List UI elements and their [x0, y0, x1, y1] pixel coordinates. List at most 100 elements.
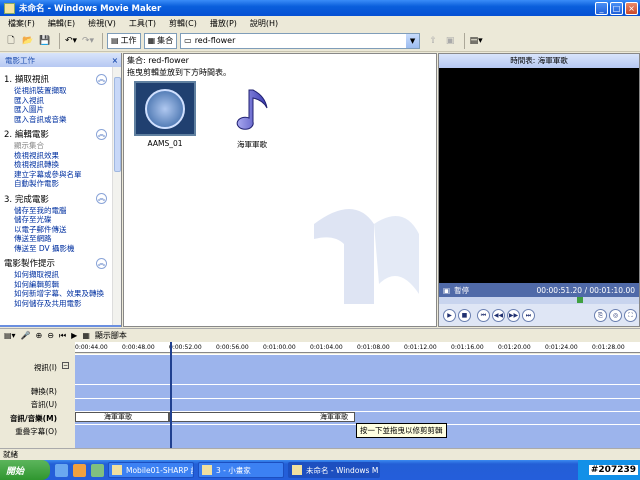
- fast-forward-icon[interactable]: ▶▶: [507, 308, 520, 322]
- task-link[interactable]: 匯入圖片: [4, 105, 117, 115]
- section-title: 1. 擷取視訊: [4, 75, 49, 85]
- scrollbar-thumb[interactable]: [114, 77, 121, 172]
- close-icon[interactable]: ×: [112, 56, 118, 65]
- task-link[interactable]: 自動製作電影: [4, 179, 117, 189]
- trim-tooltip: 按一下並拖曳以修剪剪輯: [356, 423, 447, 438]
- task-link[interactable]: 檢視視訊轉換: [4, 160, 117, 170]
- stop-icon[interactable]: ■: [458, 308, 471, 322]
- menu-play[interactable]: 播放(P): [210, 18, 237, 29]
- collection-dropdown[interactable]: ▭ red-flower ▼: [180, 32, 421, 49]
- fullscreen-icon[interactable]: ⛶: [624, 308, 637, 322]
- open-project-icon[interactable]: 📂: [21, 33, 35, 49]
- minimize-button[interactable]: _: [595, 1, 608, 15]
- up-level-icon[interactable]: ⇧: [426, 33, 440, 49]
- audio-track[interactable]: [75, 398, 640, 411]
- film-watermark-icon: [304, 184, 424, 314]
- start-button[interactable]: 開始: [0, 460, 50, 480]
- task-link[interactable]: 如何擷取視訊: [4, 270, 117, 280]
- chevron-down-icon[interactable]: ▼: [406, 33, 420, 48]
- section-tips[interactable]: 電影製作提示 ︽: [4, 256, 117, 270]
- clip-item[interactable]: AAMS_01: [134, 81, 196, 148]
- time-ruler[interactable]: 0:00:44.00 0:00:48.00 0:00:52.00 0:00:56.00…: [75, 342, 640, 353]
- redo-icon[interactable]: ↷▾: [81, 33, 95, 49]
- menu-help[interactable]: 說明(H): [250, 18, 278, 29]
- desktop-icon[interactable]: [91, 463, 104, 477]
- task-link[interactable]: 如何編輯剪輯: [4, 280, 117, 290]
- view-options-icon[interactable]: ▤▾: [469, 33, 483, 49]
- section-finish[interactable]: 3. 完成電影 ︽: [4, 192, 117, 206]
- menu-file[interactable]: 檔案(F): [8, 18, 35, 29]
- menu-clip[interactable]: 剪輯(C): [169, 18, 197, 29]
- toolbar-divider: [464, 32, 466, 49]
- section-title: 電影製作提示: [4, 259, 56, 269]
- app-icon: [4, 2, 15, 14]
- new-collection-icon[interactable]: ▣: [443, 33, 457, 49]
- task-link[interactable]: 儲存至我的電腦: [4, 206, 117, 216]
- rewind-icon[interactable]: ◀◀: [492, 308, 505, 322]
- save-project-icon[interactable]: 💾: [38, 33, 52, 49]
- taskbar-task[interactable]: 未命名 - Windows M...: [288, 462, 380, 478]
- play-icon[interactable]: ▶: [443, 308, 456, 322]
- video-track[interactable]: [75, 354, 640, 384]
- audio-clip[interactable]: 海軍軍歌: [75, 412, 169, 422]
- taskbar-task[interactable]: 3 - 小畫家: [198, 462, 284, 478]
- playhead[interactable]: [170, 342, 172, 448]
- collections-button[interactable]: ▦ 集合: [143, 32, 178, 49]
- task-link[interactable]: 檢視視訊效果: [4, 151, 117, 161]
- transition-track[interactable]: [75, 384, 640, 398]
- next-frame-icon[interactable]: ⏭: [522, 308, 535, 322]
- zoom-in-icon[interactable]: ⊕: [36, 331, 43, 340]
- ie-icon[interactable]: [55, 463, 68, 477]
- audio-clip[interactable]: 海軍軍歌: [169, 412, 355, 422]
- track-label-overlay: 重疊字幕(O): [15, 427, 57, 436]
- task-link[interactable]: 匯入音訊或音樂: [4, 115, 117, 125]
- section-capture[interactable]: 1. 擷取視訊 ︽: [4, 72, 117, 86]
- task-link[interactable]: 傳送至網路: [4, 234, 117, 244]
- task-link[interactable]: 如何新增字幕、效果及轉換: [4, 289, 117, 299]
- task-link[interactable]: 匯入視訊: [4, 96, 117, 106]
- undo-icon[interactable]: ↶▾: [64, 33, 78, 49]
- tasks-pane-body: 1. 擷取視訊 ︽ 從視訊裝置擷取 匯入視訊 匯入圖片 匯入音訊或音樂 2. 編…: [0, 67, 121, 325]
- seek-knob[interactable]: [576, 297, 583, 303]
- collapse-icon[interactable]: ︽: [96, 128, 107, 140]
- task-link[interactable]: 儲存至光碟: [4, 215, 117, 225]
- snapshot-icon[interactable]: ◎: [609, 308, 622, 322]
- media-player-icon[interactable]: [73, 463, 86, 477]
- vertical-scrollbar[interactable]: [112, 67, 121, 325]
- close-button[interactable]: ×: [625, 1, 638, 15]
- seek-bar[interactable]: [439, 297, 639, 304]
- task-link[interactable]: 傳送至 DV 攝影機: [4, 244, 117, 254]
- taskbar-task[interactable]: Mobile01-SHARP 討...: [108, 462, 194, 478]
- expand-track-icon[interactable]: −: [62, 362, 69, 369]
- set-audio-level-icon[interactable]: 🎤: [21, 331, 31, 340]
- title-bar[interactable]: 未命名 - Windows Movie Maker _ □ ×: [0, 0, 640, 16]
- menu-view[interactable]: 檢視(V): [88, 18, 116, 29]
- task-link[interactable]: 以電子郵件傳送: [4, 225, 117, 235]
- storyboard-icon[interactable]: ▦: [82, 331, 90, 340]
- task-link[interactable]: 從視訊裝置擷取: [4, 86, 117, 96]
- window-title: 未命名 - Windows Movie Maker: [19, 4, 162, 14]
- menu-tools[interactable]: 工具(T): [129, 18, 156, 29]
- previous-frame-icon[interactable]: ⏮: [477, 308, 490, 322]
- show-storyboard-toggle[interactable]: 顯示腳本: [95, 330, 127, 341]
- task-link[interactable]: 建立字幕或參與名單: [4, 170, 117, 180]
- rewind-timeline-icon[interactable]: ⏮: [59, 331, 66, 341]
- collapse-icon[interactable]: ︽: [96, 257, 107, 269]
- menu-edit[interactable]: 編輯(E): [48, 18, 75, 29]
- preview-status-bar: ▣ 暫停 00:00:51.20 / 00:01:10.00: [439, 283, 639, 297]
- play-timeline-icon[interactable]: ▶: [71, 331, 77, 340]
- tasks-pane-title: 電影工作: [5, 55, 35, 65]
- timeline-menu-icon[interactable]: ▤▾: [4, 331, 16, 340]
- split-icon[interactable]: ⎘: [594, 308, 607, 322]
- section-edit[interactable]: 2. 編輯電影 ︽: [4, 127, 117, 141]
- section-title: 3. 完成電影: [4, 194, 49, 205]
- maximize-button[interactable]: □: [610, 1, 623, 15]
- clip-item[interactable]: 海軍軍歌: [221, 81, 283, 150]
- zoom-out-icon[interactable]: ⊖: [47, 331, 54, 340]
- collapse-icon[interactable]: ︽: [96, 193, 107, 204]
- tasks-button[interactable]: ▤ 工作: [107, 32, 141, 49]
- new-project-icon[interactable]: 🗋: [4, 33, 18, 49]
- collapse-icon[interactable]: ︽: [96, 73, 107, 85]
- task-link[interactable]: 如何儲存及共用電影: [4, 299, 117, 309]
- preview-monitor: 時間表: 海軍軍歌 ▣ 暫停 00:00:51.20 / 00:01:10.00…: [438, 53, 640, 327]
